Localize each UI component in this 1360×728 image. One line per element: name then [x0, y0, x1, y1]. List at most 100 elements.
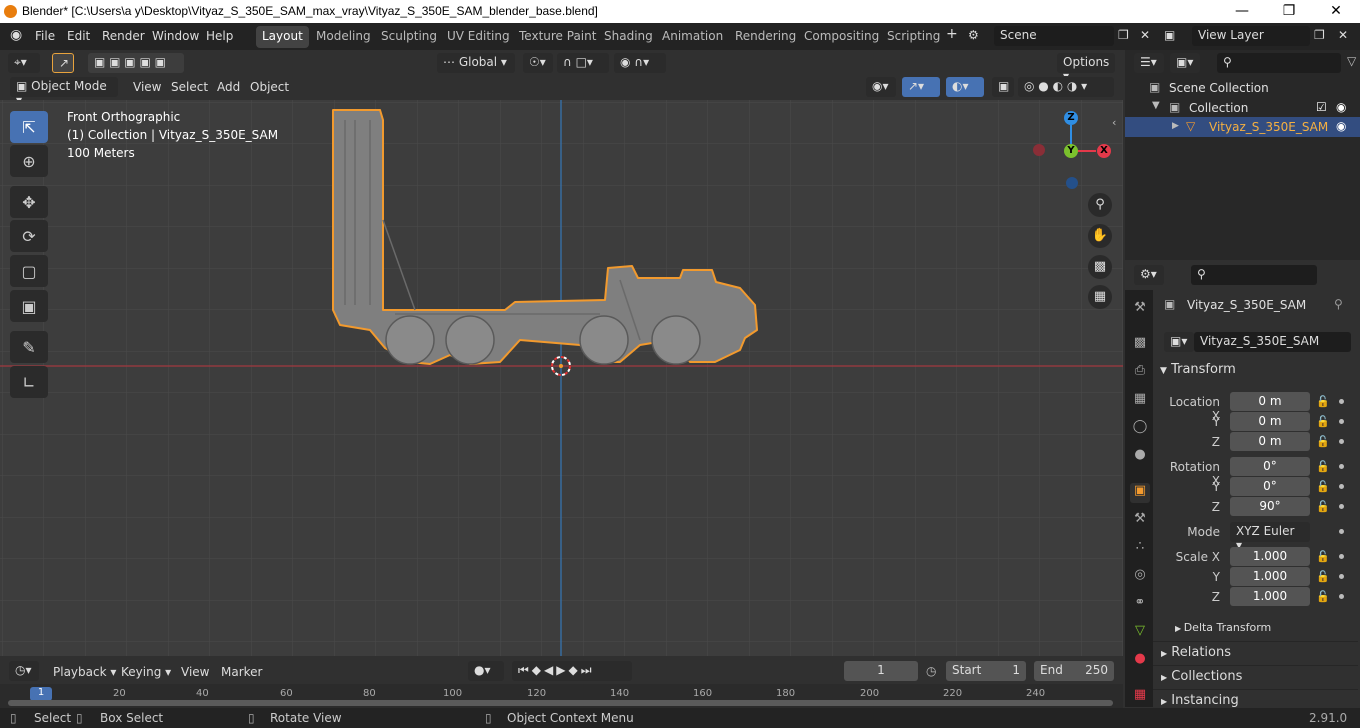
relations-panel-header[interactable]: ▶ Relations: [1153, 641, 1358, 664]
3d-viewport[interactable]: ⇱ ⊕ ✥ ⟳ ▢ ▣ ✎ ∟ Front Orthographic (1) C…: [0, 100, 1123, 656]
lock-icon[interactable]: 🔓: [1316, 590, 1330, 603]
rotation-y-field[interactable]: 0°: [1230, 477, 1310, 496]
pan-hand-icon[interactable]: ✋: [1088, 224, 1112, 248]
menu-file[interactable]: File: [35, 29, 55, 43]
expand-icon[interactable]: ▼: [1152, 100, 1160, 111]
measure-tool-icon[interactable]: ∟: [10, 366, 48, 398]
keyframe-dot[interactable]: [1339, 399, 1344, 404]
scene-name-field[interactable]: Scene: [994, 26, 1114, 46]
gizmo-z-ball[interactable]: Z: [1064, 111, 1078, 125]
location-x-field[interactable]: 0 m: [1230, 392, 1310, 411]
keyframe-dot[interactable]: [1339, 529, 1344, 534]
scale-z-field[interactable]: 1.000: [1230, 587, 1310, 606]
scene-tab-icon[interactable]: ◯: [1130, 419, 1150, 439]
transform-panel-header[interactable]: ▼ Transform: [1153, 362, 1358, 385]
ortho-grid-icon[interactable]: ▦: [1088, 285, 1112, 309]
tab-layout[interactable]: Layout: [256, 26, 309, 48]
start-frame-field[interactable]: Start 1: [946, 661, 1026, 681]
lock-icon[interactable]: 🔓: [1316, 550, 1330, 563]
instancing-panel-header[interactable]: ▶ Instancing: [1153, 689, 1358, 708]
blender-menu-icon[interactable]: ◉: [10, 27, 22, 43]
tab-compositing[interactable]: Compositing: [798, 26, 885, 48]
constraints-tab-icon[interactable]: ⚭: [1130, 595, 1150, 615]
view-layer-icon[interactable]: ▣: [1164, 28, 1175, 42]
gizmo-neg-z-ball[interactable]: [1066, 177, 1078, 189]
world-tab-icon[interactable]: ●: [1130, 447, 1150, 467]
data-tab-icon[interactable]: ▽: [1130, 623, 1150, 643]
gizmo-y-ball[interactable]: Y: [1064, 144, 1078, 158]
output-tab-icon[interactable]: ⎙: [1130, 363, 1150, 383]
tool-tab-icon[interactable]: ⚒: [1130, 300, 1150, 320]
gizmo-x-ball[interactable]: X: [1097, 144, 1111, 158]
scale-y-field[interactable]: 1.000: [1230, 567, 1310, 586]
rotation-x-field[interactable]: 0°: [1230, 457, 1310, 476]
lock-icon[interactable]: 🔓: [1316, 460, 1330, 473]
texture-tab-icon[interactable]: ▦: [1130, 687, 1150, 707]
menu-render[interactable]: Render: [102, 29, 145, 43]
material-tab-icon[interactable]: ●: [1130, 651, 1150, 671]
rotation-mode-select[interactable]: XYZ Euler ▾: [1230, 522, 1310, 552]
tab-shading[interactable]: Shading: [598, 26, 659, 48]
collections-panel-header[interactable]: ▶ Collections: [1153, 665, 1358, 688]
minimize-button[interactable]: —: [1219, 2, 1265, 20]
tab-animation[interactable]: Animation: [656, 26, 729, 48]
timeline-menu-marker[interactable]: Marker: [221, 665, 262, 679]
collection-checkbox[interactable]: ☑: [1316, 100, 1327, 114]
outliner-row-object[interactable]: ▶ ▽ Vityaz_S_350E_SAM ◉: [1125, 117, 1360, 137]
delete-scene-icon[interactable]: ✕: [1140, 28, 1150, 42]
keyframe-dot[interactable]: [1339, 574, 1344, 579]
object-tab-icon[interactable]: ▣: [1130, 483, 1150, 503]
collapse-icon[interactable]: ▶: [1172, 121, 1179, 131]
tab-uv-editing[interactable]: UV Editing: [441, 26, 516, 48]
rotate-tool-icon[interactable]: ⟳: [10, 220, 48, 252]
playhead[interactable]: 1: [30, 687, 52, 701]
transform-orientation-select[interactable]: ⋯ Global ▾: [437, 53, 515, 73]
delta-transform-header[interactable]: ▶ Delta Transform: [1175, 621, 1271, 634]
tab-rendering[interactable]: Rendering: [729, 26, 802, 48]
rotation-z-field[interactable]: 90°: [1230, 497, 1310, 516]
annotate-tool-icon[interactable]: ✎: [10, 331, 48, 363]
add-workspace-icon[interactable]: +: [946, 26, 958, 42]
properties-search-input[interactable]: ⚲: [1191, 265, 1317, 285]
new-view-layer-icon[interactable]: ❐: [1314, 28, 1325, 42]
gizmo-toggle-icon[interactable]: ↗▾: [902, 77, 940, 97]
modifier-tab-icon[interactable]: ⚒: [1130, 511, 1150, 531]
properties-editor-type-icon[interactable]: ⚙▾: [1134, 265, 1164, 285]
menu-edit[interactable]: Edit: [67, 29, 90, 43]
filter-icon[interactable]: ▽: [1347, 54, 1356, 68]
lock-icon[interactable]: 🔓: [1316, 570, 1330, 583]
outliner-row-collection[interactable]: ▼ ▣ Collection ☑ ◉: [1125, 98, 1360, 118]
scale-x-field[interactable]: 1.000: [1230, 547, 1310, 566]
selection-mode-buttons[interactable]: ▣ ▣ ▣ ▣ ▣: [88, 53, 184, 73]
timeline-menu-keying[interactable]: Keying ▾: [121, 665, 171, 679]
sidebar-toggle-icon[interactable]: ‹: [1112, 116, 1116, 129]
view-layer-tab-icon[interactable]: ▦: [1130, 391, 1150, 411]
shading-mode-buttons[interactable]: ◎ ● ◐ ◑ ▾: [1018, 77, 1114, 97]
pivot-point-icon[interactable]: ☉▾: [523, 53, 553, 73]
options-dropdown[interactable]: Options ▾: [1057, 53, 1115, 83]
xray-toggle-icon[interactable]: ▣: [992, 77, 1014, 97]
viewport-menu-view[interactable]: View: [133, 80, 161, 94]
visibility-icon[interactable]: ◉▾: [866, 77, 896, 97]
playback-controls[interactable]: ⏮◆◀▶◆⏭: [512, 661, 632, 681]
render-tab-icon[interactable]: ▩: [1130, 335, 1150, 355]
location-z-field[interactable]: 0 m: [1230, 432, 1310, 451]
keyframe-dot[interactable]: [1339, 464, 1344, 469]
current-frame-field[interactable]: 1: [844, 661, 918, 681]
keyframe-dot[interactable]: [1339, 504, 1344, 509]
timeline-menu-playback[interactable]: Playback ▾: [53, 665, 116, 679]
tab-scripting[interactable]: Scripting: [881, 26, 946, 48]
overlay-toggle-icon[interactable]: ◐▾: [946, 77, 984, 97]
cursor-tool-icon[interactable]: ⊕: [10, 145, 48, 177]
timeline-ruler[interactable]: 1 20 40 60 80 100 120 140 160 180 200 22…: [0, 684, 1123, 708]
select-tool-icon[interactable]: ↗: [52, 53, 74, 73]
move-tool-icon[interactable]: ✥: [10, 186, 48, 218]
location-y-field[interactable]: 0 m: [1230, 412, 1310, 431]
object-data-name-field[interactable]: Vityaz_S_350E_SAM: [1194, 332, 1351, 352]
viewport-menu-select[interactable]: Select: [171, 80, 208, 94]
display-mode-icon[interactable]: ▣▾: [1170, 53, 1200, 73]
select-box-tool-icon[interactable]: ⇱: [10, 111, 48, 143]
particles-tab-icon[interactable]: ∴: [1130, 539, 1150, 559]
physics-tab-icon[interactable]: ◎: [1130, 567, 1150, 587]
menu-window[interactable]: Window: [152, 29, 199, 43]
